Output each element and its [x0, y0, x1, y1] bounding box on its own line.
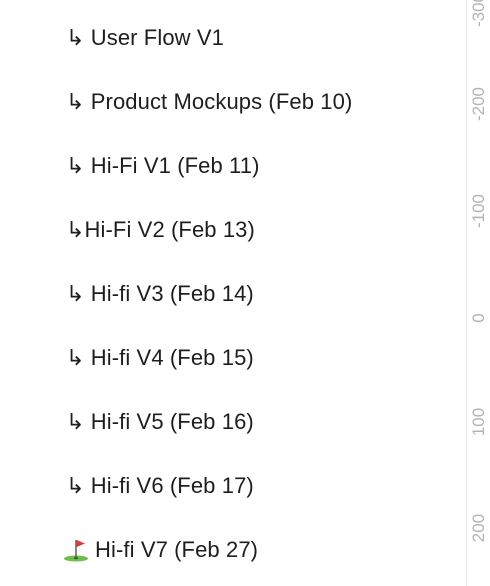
- ruler-tick: -200: [469, 86, 488, 122]
- ruler-tick: -300: [469, 0, 488, 28]
- page-item-hifi-v6[interactable]: ↳ Hi-fi V6 (Feb 17): [0, 454, 466, 518]
- page-label: ↳ Hi-fi V6 (Feb 17): [66, 473, 254, 498]
- page-label: ↳ User Flow V1: [66, 25, 224, 50]
- page-label: ↳ Hi-fi V4 (Feb 15): [66, 345, 254, 370]
- page-item-hifi-v7[interactable]: Hi-fi V7 (Feb 27): [0, 518, 466, 582]
- page-item-hifi-v4[interactable]: ↳ Hi-fi V4 (Feb 15): [0, 326, 466, 390]
- page-label: ↳ Hi-fi V3 (Feb 14): [66, 281, 254, 306]
- vertical-ruler: -300 -200 -100 0 100 200: [466, 0, 490, 586]
- page-item-hifi-v2[interactable]: ↳Hi-Fi V2 (Feb 13): [0, 198, 466, 262]
- page-item-hifi-v1[interactable]: ↳ Hi-Fi V1 (Feb 11): [0, 134, 466, 198]
- page-item-user-flow-v1[interactable]: ↳ User Flow V1: [0, 6, 466, 70]
- pages-panel: ↳ User Flow V1 ↳ Product Mockups (Feb 10…: [0, 0, 466, 586]
- page-item-hifi-v3[interactable]: ↳ Hi-fi V3 (Feb 14): [0, 262, 466, 326]
- page-label: ↳Hi-Fi V2 (Feb 13): [66, 217, 255, 242]
- ruler-tick: -100: [469, 193, 488, 229]
- golf-flag-icon: [62, 538, 90, 562]
- page-item-product-mockups[interactable]: ↳ Product Mockups (Feb 10): [0, 70, 466, 134]
- page-label: Hi-fi V7 (Feb 27): [95, 537, 259, 562]
- page-item-hifi-v5[interactable]: ↳ Hi-fi V5 (Feb 16): [0, 390, 466, 454]
- ruler-tick: 100: [469, 407, 488, 437]
- page-label: ↳ Hi-fi V5 (Feb 16): [66, 409, 254, 434]
- ruler-tick: 0: [469, 313, 488, 323]
- ruler-tick: 200: [469, 513, 488, 543]
- page-label: ↳ Hi-Fi V1 (Feb 11): [66, 153, 260, 178]
- page-label: ↳ Product Mockups (Feb 10): [66, 89, 353, 114]
